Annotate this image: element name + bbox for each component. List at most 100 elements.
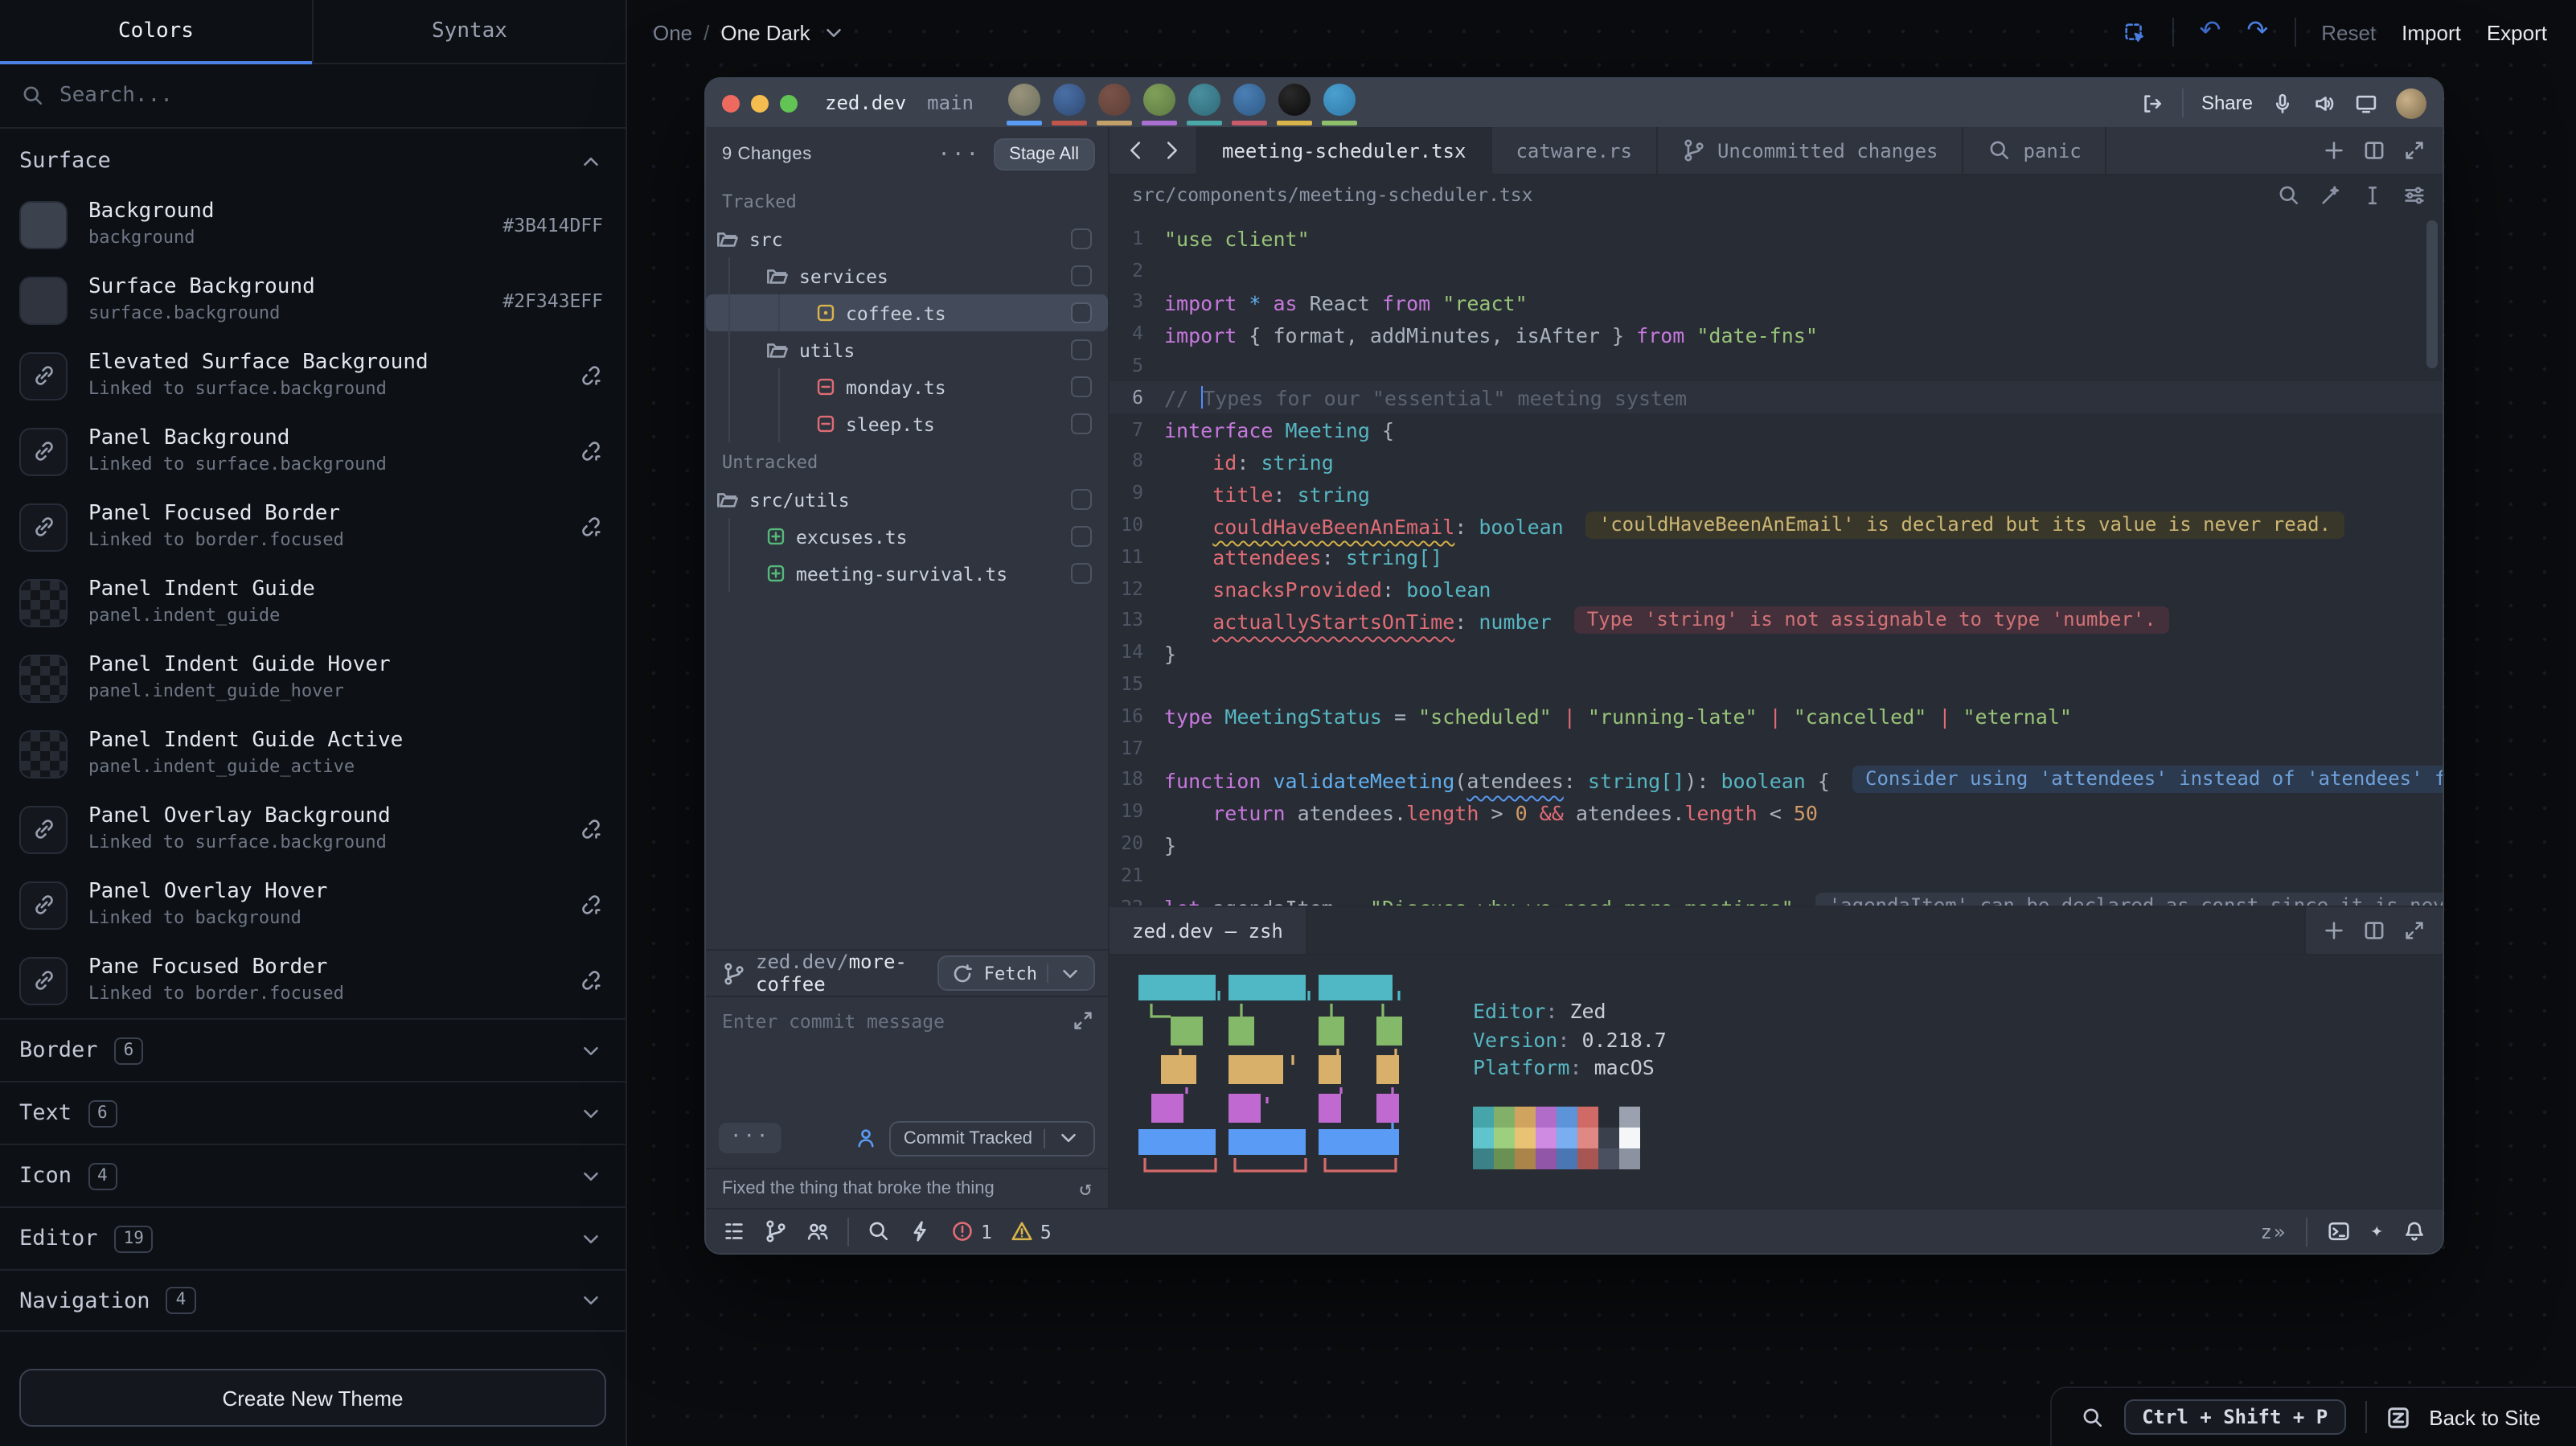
new-terminal-icon[interactable] (2322, 918, 2346, 943)
code-line[interactable]: 5 (1110, 349, 2443, 381)
tree-row[interactable]: excuses.ts (716, 518, 1095, 555)
screenshare-icon[interactable] (2354, 91, 2378, 115)
select-tool-icon[interactable] (2123, 20, 2147, 44)
zoom-button[interactable] (780, 94, 798, 112)
command-palette-shortcut[interactable]: Ctrl + Shift + P (2124, 1399, 2345, 1435)
section-surface-header[interactable]: Surface (0, 129, 626, 187)
speaker-icon[interactable] (2312, 91, 2336, 115)
tree-row[interactable]: meeting-survival.ts (716, 555, 1095, 592)
traffic-lights[interactable] (722, 94, 798, 112)
code-line[interactable]: 12 snacksProvided: boolean (1110, 573, 2443, 605)
stage-all-button[interactable]: Stage All (993, 138, 1095, 170)
export-button[interactable]: Export (2487, 20, 2547, 44)
leave-call-icon[interactable] (2140, 91, 2164, 115)
stage-checkbox[interactable] (1071, 563, 1092, 584)
section-border-header[interactable]: Border6 (0, 1018, 626, 1081)
avatar[interactable] (1188, 79, 1223, 125)
code-line[interactable]: 7interface Meeting { (1110, 413, 2443, 446)
terminal-tab[interactable]: zed.dev — zsh (1110, 907, 1306, 954)
coauthor-icon[interactable] (854, 1126, 878, 1150)
avatar[interactable] (1233, 79, 1268, 125)
repo-name[interactable]: zed.dev/ (756, 951, 849, 973)
section-navigation-header[interactable]: Navigation4 (0, 1269, 626, 1332)
code-line[interactable]: 19 return atendees.length > 0 && atendee… (1110, 795, 2443, 828)
breadcrumb-parent[interactable]: One (653, 20, 692, 44)
reset-button[interactable]: Reset (2321, 20, 2376, 44)
token-item[interactable]: Pane Focused BorderLinked to border.focu… (0, 943, 626, 1018)
tree-row[interactable]: sleep.ts (716, 405, 1095, 442)
commit-tracked-button[interactable]: Commit Tracked (889, 1120, 1095, 1156)
new-tab-icon[interactable] (2322, 138, 2346, 162)
code-line[interactable]: 4import { format, addMinutes, isAfter } … (1110, 318, 2443, 350)
color-swatch[interactable] (19, 729, 68, 778)
code-line[interactable]: 13 actuallyStartsOnTime: numberType 'str… (1110, 604, 2443, 636)
code-line[interactable]: 11 attendees: string[] (1110, 540, 2443, 573)
code-line[interactable]: 9 title: string (1110, 477, 2443, 509)
code-editor[interactable]: 1"use client"23import * as React from "r… (1110, 214, 2443, 906)
git-panel-icon[interactable] (764, 1219, 788, 1243)
color-swatch[interactable] (19, 578, 68, 626)
search-input[interactable] (59, 84, 605, 108)
editor-controls-icon[interactable] (2402, 183, 2426, 207)
code-line[interactable]: 21 (1110, 859, 2443, 891)
tree-row[interactable]: utils (716, 331, 1095, 368)
code-line[interactable]: 6// Types for our "essential" meeting sy… (1110, 381, 2443, 413)
maximize-terminal-icon[interactable] (2402, 918, 2426, 943)
unlink-icon[interactable] (579, 364, 603, 388)
buffer-search-icon[interactable] (2277, 183, 2301, 207)
link-icon[interactable] (19, 805, 68, 853)
stage-checkbox[interactable] (1071, 376, 1092, 397)
unlink-icon[interactable] (579, 515, 603, 539)
search-icon[interactable] (867, 1219, 891, 1243)
token-item[interactable]: Surface Backgroundsurface.background#2F3… (0, 262, 626, 338)
warning-count[interactable]: 5 (1010, 1219, 1052, 1243)
chevron-up-icon[interactable] (579, 149, 603, 173)
token-item[interactable]: Panel Overlay HoverLinked to background (0, 867, 626, 943)
back-to-site-link[interactable]: Back to Site (2429, 1405, 2541, 1429)
import-button[interactable]: Import (2402, 20, 2461, 44)
avatar[interactable] (1278, 79, 1313, 125)
tree-row[interactable]: src (716, 220, 1095, 257)
editor-tab[interactable]: meeting-scheduler.tsx (1196, 127, 1490, 175)
cursor-icon[interactable] (2361, 183, 2385, 207)
error-count[interactable]: 1 (950, 1219, 992, 1243)
stage-checkbox[interactable] (1071, 228, 1092, 249)
token-item[interactable]: Panel Focused BorderLinked to border.foc… (0, 489, 626, 565)
code-line[interactable]: 15 (1110, 668, 2443, 700)
more-options-icon[interactable]: ··· (937, 142, 980, 166)
terminal-toggle-icon[interactable] (2327, 1219, 2351, 1243)
unlink-icon[interactable] (579, 817, 603, 841)
token-item[interactable]: Panel Indent Guide Activepanel.indent_gu… (0, 716, 626, 791)
assistant-icon[interactable]: ✦ (2370, 1219, 2383, 1243)
stage-checkbox[interactable] (1071, 489, 1092, 510)
token-item[interactable]: Panel Indent Guidepanel.indent_guide (0, 565, 626, 640)
color-swatch[interactable] (19, 200, 68, 249)
commit-options-icon[interactable]: ··· (719, 1123, 781, 1153)
diagnostics-icon[interactable] (909, 1219, 933, 1243)
code-line[interactable]: 16type MeetingStatus = "scheduled" | "ru… (1110, 700, 2443, 732)
code-line[interactable]: 17 (1110, 732, 2443, 764)
token-item[interactable]: Panel BackgroundLinked to surface.backgr… (0, 413, 626, 489)
minimize-button[interactable] (751, 94, 769, 112)
token-item[interactable]: Panel Overlay BackgroundLinked to surfac… (0, 791, 626, 867)
unlink-icon[interactable] (579, 439, 603, 463)
window-branch[interactable]: main (927, 92, 974, 114)
create-new-theme-button[interactable]: Create New Theme (19, 1369, 606, 1427)
commit-message-input[interactable] (706, 997, 1108, 1115)
code-line[interactable]: 10 couldHaveBeenAnEmail: boolean'couldHa… (1110, 508, 2443, 540)
nav-back-icon[interactable] (1119, 138, 1151, 162)
avatar[interactable] (1142, 79, 1178, 125)
link-icon[interactable] (19, 351, 68, 400)
avatar[interactable] (1097, 79, 1133, 125)
file-path[interactable]: src/components/meeting-scheduler.tsx (1132, 183, 1533, 206)
stage-checkbox[interactable] (1071, 526, 1092, 547)
editor-tab[interactable]: catware.rs (1490, 127, 1656, 174)
link-icon[interactable] (19, 503, 68, 551)
editor-scrollbar[interactable] (2426, 220, 2438, 368)
color-swatch[interactable] (19, 276, 68, 324)
tree-row[interactable]: monday.ts (716, 368, 1095, 405)
maximize-pane-icon[interactable] (2402, 138, 2426, 162)
code-line[interactable]: 22let agendaItem = "Discuss why we need … (1110, 890, 2443, 906)
fetch-button[interactable]: Fetch (937, 955, 1095, 991)
redo-button[interactable]: ↷ (2246, 19, 2268, 45)
